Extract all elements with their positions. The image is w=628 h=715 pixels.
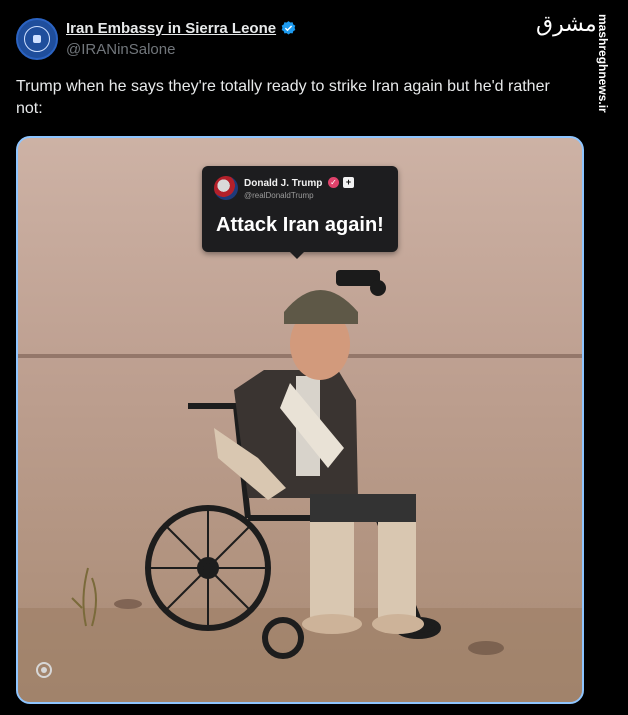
mashregh-logo: مشرق: [536, 12, 597, 37]
display-name-row: Iran Embassy in Sierra Leone: [66, 20, 297, 37]
verified-badge-icon: [281, 21, 296, 35]
sand-floor: [18, 608, 582, 702]
trump-avatar: [214, 176, 238, 200]
watermark: mashreghnews.ir: [596, 14, 612, 124]
embedded-verified-icon: ✓: [328, 177, 339, 188]
author-names: Iran Embassy in Sierra Leone @IRANinSalo…: [66, 20, 297, 58]
embassy-emblem-icon: [24, 26, 50, 52]
avatar[interactable]: [16, 18, 58, 60]
tweet-media-image[interactable]: Donald J. Trump ✓ + @realDonaldTrump Att…: [16, 136, 584, 704]
tweet: Iran Embassy in Sierra Leone @IRANinSalo…: [0, 0, 590, 715]
author-handle[interactable]: @IRANinSalone: [66, 41, 297, 58]
watermark-text: mashreghnews.ir: [596, 14, 610, 113]
embedded-post-popup: Donald J. Trump ✓ + @realDonaldTrump Att…: [202, 166, 398, 259]
author-display-name[interactable]: Iran Embassy in Sierra Leone: [66, 20, 276, 37]
fish: [468, 641, 504, 655]
embedded-post-name: Donald J. Trump: [244, 178, 323, 189]
tweet-text: Trump when he says they're totally ready…: [16, 78, 550, 117]
embedded-plus-icon: +: [343, 177, 354, 188]
fish: [114, 599, 142, 609]
embedded-post-text: Attack Iran again!: [216, 214, 384, 236]
tweet-header: Iran Embassy in Sierra Leone @IRANinSalo…: [16, 18, 297, 60]
ai-generated-icon: [36, 662, 52, 678]
embedded-post-handle: @realDonaldTrump: [244, 191, 314, 200]
